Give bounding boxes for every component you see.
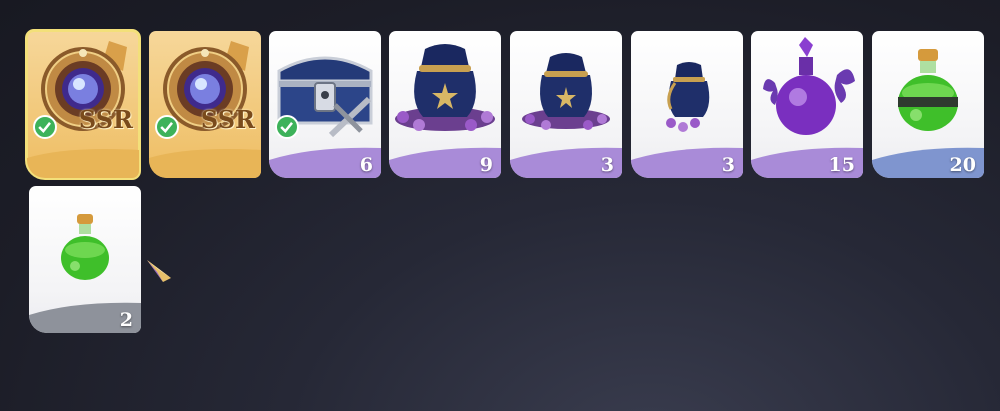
- item-quantity: 9: [479, 154, 493, 176]
- item-card-ssr-medallion-1[interactable]: SSR: [25, 29, 141, 180]
- owned-check-icon: [275, 115, 299, 139]
- item-quantity: 15: [828, 154, 855, 176]
- owned-check-icon: [33, 115, 57, 139]
- rarity-band: [149, 146, 261, 178]
- item-quantity: 20: [949, 154, 976, 176]
- small-coin-pouch-icon: [666, 62, 710, 132]
- ssr-badge: SSR: [78, 105, 133, 134]
- owned-check-icon: [155, 115, 179, 139]
- ssr-badge: SSR: [200, 105, 255, 134]
- item-card-green-potion-large[interactable]: 20: [872, 31, 984, 178]
- green-potion-small-icon: [61, 214, 109, 280]
- rarity-band: [27, 146, 139, 178]
- item-card-green-potion-small[interactable]: 2: [29, 186, 141, 333]
- purple-potion-icon: [763, 37, 855, 135]
- item-quantity: 2: [119, 309, 133, 331]
- item-card-small-coin-pouch[interactable]: 3: [631, 31, 743, 178]
- item-card-large-coin-pouch[interactable]: 9: [389, 31, 501, 178]
- item-quantity: 3: [721, 154, 735, 176]
- item-card-purple-potion[interactable]: 15: [751, 31, 863, 178]
- green-potion-large-icon: [898, 49, 958, 131]
- item-quantity: 3: [600, 154, 614, 176]
- crystal-pointer-icon: [147, 260, 171, 282]
- medium-coin-pouch-icon: [522, 53, 610, 130]
- item-card-ssr-medallion-2[interactable]: SSR: [149, 31, 261, 178]
- large-coin-pouch-icon: [395, 44, 495, 131]
- item-quantity: 6: [359, 154, 373, 176]
- item-card-treasure-chest[interactable]: 6: [269, 31, 381, 178]
- item-card-medium-coin-pouch[interactable]: 3: [510, 31, 622, 178]
